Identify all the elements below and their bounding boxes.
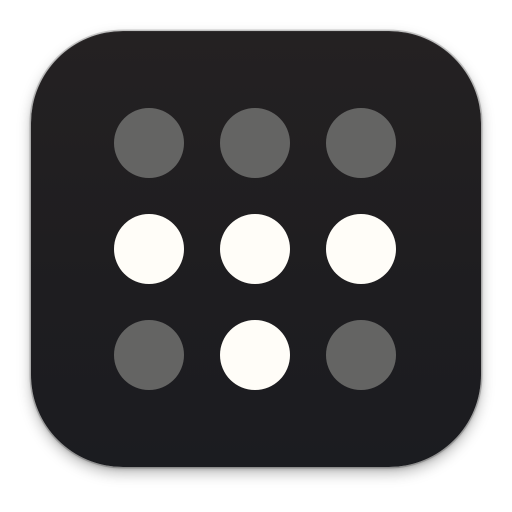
grid-dot-r2c2-lit bbox=[220, 214, 290, 284]
grid-dot-r3c3-dim bbox=[326, 320, 396, 390]
grid-dot-r1c3-dim bbox=[326, 108, 396, 178]
grid-dot-r3c2-lit bbox=[220, 320, 290, 390]
grid-dot-r1c2-dim bbox=[220, 108, 290, 178]
dot-grid bbox=[0, 0, 512, 512]
grid-dot-r3c1-dim bbox=[114, 320, 184, 390]
grid-dot-r2c3-lit bbox=[326, 214, 396, 284]
icon-canvas bbox=[0, 0, 512, 512]
grid-dot-r1c1-dim bbox=[114, 108, 184, 178]
grid-dot-r2c1-lit bbox=[114, 214, 184, 284]
